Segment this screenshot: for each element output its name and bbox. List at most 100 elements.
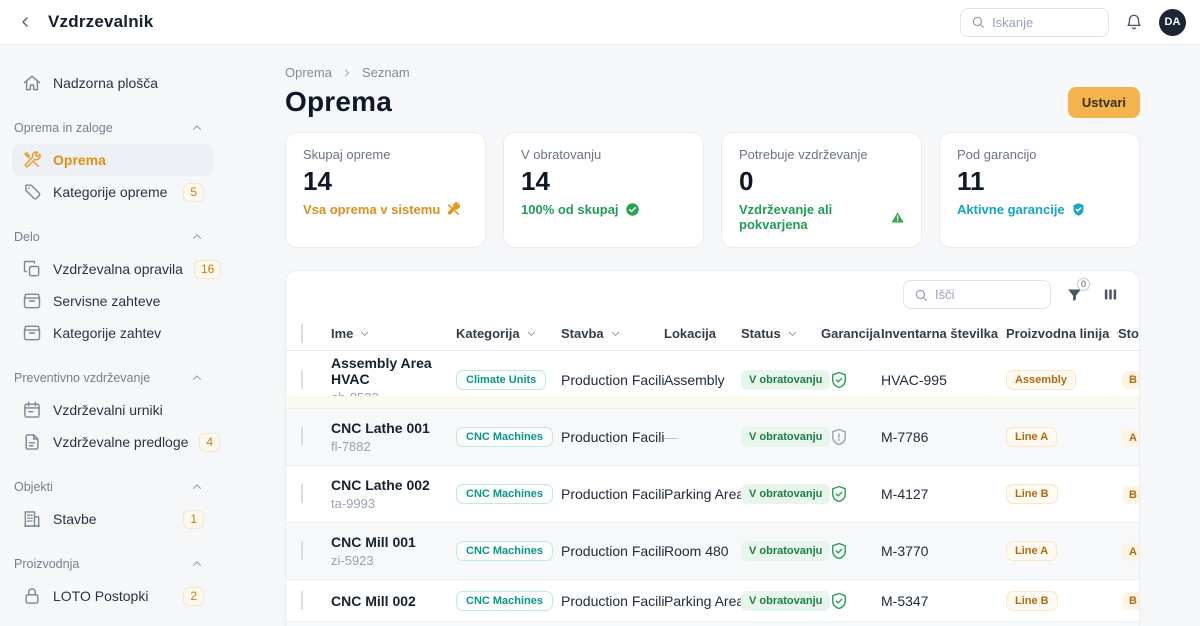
column-label: Proizvodna linija [1006, 326, 1109, 341]
sidebar-item-label: Oprema [53, 152, 204, 168]
building-cell: Production Facility [561, 543, 664, 559]
warranty-shield-check-icon [829, 591, 849, 611]
app-title: Vzdrzevalnik [48, 12, 153, 32]
stat-caption: Aktivne garancije [957, 202, 1122, 217]
global-search-input[interactable] [992, 15, 1098, 30]
location-cell: Room 480 [664, 543, 741, 559]
column-label: Lokacija [664, 326, 716, 341]
bell-icon[interactable] [1119, 7, 1149, 37]
building-cell: Production Facility [561, 593, 664, 609]
row-checkbox[interactable] [301, 427, 303, 446]
level-badge: B [1122, 592, 1140, 610]
sort-chevron-icon[interactable] [786, 327, 799, 340]
column-header-4[interactable]: Status [741, 326, 821, 341]
stat-card-0: Skupaj opreme 14 Vsa oprema v sistemu [285, 132, 486, 248]
search-icon [971, 15, 985, 29]
filter-icon[interactable]: 0 [1061, 282, 1087, 308]
column-header-0[interactable]: Ime [331, 326, 456, 341]
equipment-name: Assembly Area HVAC [331, 355, 456, 387]
back-chevron-icon[interactable] [12, 9, 38, 35]
column-header-2[interactable]: Stavba [561, 326, 664, 341]
sort-chevron-icon[interactable] [525, 327, 538, 340]
tools-solid-icon [446, 202, 461, 217]
sidebar-item-0-1[interactable]: Kategorije opreme 5 [12, 176, 214, 208]
equipment-name: CNC Mill 002 [331, 593, 456, 609]
column-label: Stavba [561, 326, 604, 341]
row-checkbox[interactable] [301, 591, 303, 610]
sidebar-item-1-0[interactable]: Vzdrževalna opravila 16 [12, 253, 214, 285]
table-row[interactable]: CNC Mill 001 zi-5923 CNC Machines Produc… [286, 523, 1139, 580]
sidebar-item-dashboard[interactable]: Nadzorna plošča [12, 67, 214, 99]
location-cell: Parking Area [664, 593, 741, 609]
sidebar-section-title: Preventivno vzdrževanje [14, 371, 150, 385]
stat-caption: Vzdrževanje ali pokvarjena [739, 202, 904, 232]
sidebar-section-header[interactable]: Proizvodnja [12, 557, 214, 571]
inbox-icon [22, 291, 42, 311]
sidebar-item-4-0[interactable]: LOTO Postopki 2 [12, 580, 214, 612]
column-label: Kategorija [456, 326, 520, 341]
inbox-icon [22, 323, 42, 343]
global-search[interactable] [960, 8, 1109, 37]
inventory-number-cell: M-7786 [881, 429, 1006, 445]
table-search[interactable] [903, 280, 1051, 309]
sidebar-item-1-2[interactable]: Kategorije zahtev [12, 317, 214, 349]
row-checkbox[interactable] [301, 484, 303, 503]
row-checkbox[interactable] [301, 370, 303, 389]
table-row[interactable]: CNC Router 001 CNC Machines Production F… [286, 622, 1139, 626]
sidebar-section-header[interactable]: Preventivno vzdrževanje [12, 371, 214, 385]
chevron-up-icon [190, 371, 204, 385]
level-badge: B [1122, 486, 1140, 504]
sidebar-item-label: Kategorije zahtev [53, 325, 204, 341]
select-all-checkbox[interactable] [301, 324, 303, 343]
table-row[interactable]: Assembly Area HVAC ob-8522 Climate Units… [286, 351, 1139, 409]
status-badge: V obratovanju [741, 591, 830, 611]
sidebar-section-header[interactable]: Oprema in zaloge [12, 121, 214, 135]
sort-chevron-icon[interactable] [609, 327, 622, 340]
category-badge: CNC Machines [456, 591, 553, 611]
chevron-up-icon [190, 480, 204, 494]
sidebar-section-header[interactable]: Delo [12, 230, 214, 244]
breadcrumb-chevron-icon [341, 67, 353, 79]
stat-value: 0 [739, 166, 904, 197]
equipment-name: CNC Lathe 002 [331, 477, 456, 493]
inventory-number-cell: M-5347 [881, 593, 1006, 609]
row-checkbox[interactable] [301, 541, 303, 560]
sidebar-section-header[interactable]: Objekti [12, 480, 214, 494]
production-line-badge: Line A [1006, 541, 1057, 561]
stat-card-1: V obratovanju 14 100% od skupaj [503, 132, 704, 248]
table-header: Ime Kategorija Stavba Lokacija Status Ga… [286, 317, 1139, 351]
sidebar-section-title: Proizvodnja [14, 557, 79, 571]
sidebar-item-label: LOTO Postopki [53, 588, 172, 604]
lock-icon [22, 586, 42, 606]
breadcrumb-oprema[interactable]: Oprema [285, 65, 332, 80]
table-row[interactable]: CNC Mill 002 CNC Machines Production Fac… [286, 580, 1139, 622]
search-icon [914, 288, 928, 302]
sidebar-item-3-0[interactable]: Stavbe 1 [12, 503, 214, 535]
sidebar-item-0-0[interactable]: Oprema [12, 144, 214, 176]
sidebar: Nadzorna plošča Oprema in zaloge Oprema … [0, 45, 240, 626]
table-search-input[interactable] [935, 287, 1040, 302]
sort-chevron-icon[interactable] [358, 327, 371, 340]
create-button[interactable]: Ustvari [1068, 87, 1140, 118]
warranty-shield-check-icon [829, 541, 849, 561]
avatar[interactable]: DA [1159, 9, 1186, 36]
sidebar-item-label: Nadzorna plošča [53, 75, 204, 91]
table-row[interactable]: CNC Lathe 002 ta-9993 CNC Machines Produ… [286, 466, 1139, 523]
production-line-badge: Line B [1006, 591, 1058, 611]
column-header-1[interactable]: Kategorija [456, 326, 561, 341]
category-badge: Climate Units [456, 370, 546, 390]
sidebar-item-1-1[interactable]: Servisne zahteve [12, 285, 214, 317]
columns-icon[interactable] [1097, 282, 1123, 308]
production-line-badge: Assembly [1006, 370, 1076, 390]
column-header-7[interactable]: Proizvodna linija [1006, 326, 1118, 341]
sidebar-item-2-1[interactable]: Vzdrževalne predloge 4 [12, 426, 214, 458]
column-header-6[interactable]: Inventarna številka [881, 326, 1006, 341]
status-badge: V obratovanju [741, 427, 830, 447]
sidebar-section: Delo Vzdrževalna opravila 16 Servisne za… [12, 230, 214, 349]
stat-label: Skupaj opreme [303, 147, 468, 162]
sidebar-item-2-0[interactable]: Vzdrževalni urniki [12, 394, 214, 426]
table-row[interactable]: CNC Lathe 001 fl-7882 CNC Machines Produ… [286, 409, 1139, 466]
category-badge: CNC Machines [456, 427, 553, 447]
status-badge: V obratovanju [741, 370, 830, 390]
stat-value: 14 [521, 166, 686, 197]
